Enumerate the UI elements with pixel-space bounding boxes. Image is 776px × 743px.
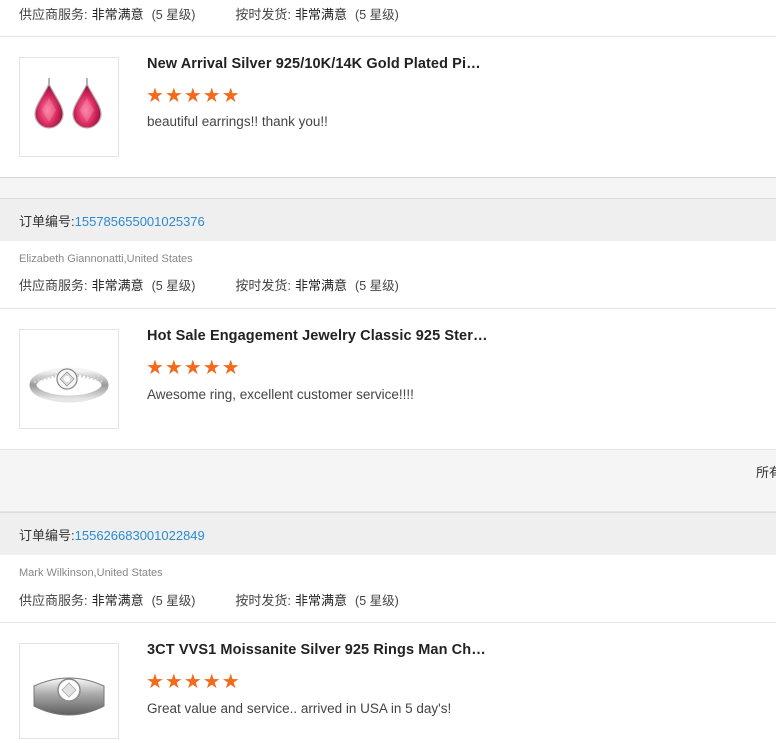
delivery-value: 非常满意 <box>295 278 348 293</box>
pink-pear-earrings-image <box>34 78 102 129</box>
order-number-label: 订单编号: <box>19 214 75 229</box>
review-comment: beautiful earrings!! thank you!! <box>147 114 328 129</box>
delivery-label: 按时发货: <box>235 278 292 293</box>
review-footer <box>0 449 776 492</box>
product-title-link[interactable]: 3CT VVS1 Moissanite Silver 925 Rings Man… <box>147 642 486 658</box>
delivery-value: 非常满意 <box>295 593 348 608</box>
buyer-info: Elizabeth Giannonatti,United States <box>19 253 193 265</box>
divider <box>0 308 776 309</box>
product-thumbnail[interactable] <box>19 329 119 429</box>
rating-line: 供应商服务: 非常满意 (5 星级) 按时发货: 非常满意 (5 星级) <box>19 590 399 609</box>
product-title-link[interactable]: Hot Sale Engagement Jewelry Classic 925 … <box>147 328 488 344</box>
delivery-stars: (5 星级) <box>355 594 399 608</box>
delivery-value: 非常满意 <box>295 7 348 22</box>
section-spacer <box>0 177 776 199</box>
delivery-label: 按时发货: <box>235 593 292 608</box>
product-thumbnail[interactable] <box>19 643 119 739</box>
order-number-link[interactable]: 155785655001025376 <box>75 214 205 229</box>
supplier-service-stars: (5 星级) <box>151 279 196 293</box>
supplier-service-label: 供应商服务: <box>19 278 88 293</box>
order-header: 订单编号:155785655001025376 <box>0 198 776 241</box>
supplier-service-value: 非常满意 <box>91 7 144 22</box>
buyer-info: Mark Wilkinson,United States <box>19 567 163 579</box>
supplier-service-stars: (5 星级) <box>151 8 196 22</box>
divider <box>0 36 776 37</box>
supplier-service-label: 供应商服务: <box>19 7 88 22</box>
star-rating: ★★★★★ <box>146 85 241 107</box>
delivery-stars: (5 星级) <box>355 8 399 22</box>
divider <box>0 622 776 623</box>
review-comment: Awesome ring, excellent customer service… <box>147 387 414 402</box>
supplier-service-stars: (5 星级) <box>151 594 196 608</box>
rating-line: 供应商服务: 非常满意 (5 星级) 按时发货: 非常满意 (5 星级) <box>19 275 399 294</box>
product-thumbnail[interactable] <box>19 57 119 157</box>
star-rating: ★★★★★ <box>146 357 241 379</box>
delivery-label: 按时发货: <box>235 7 292 22</box>
rating-line: 供应商服务: 非常满意 (5 星级) 按时发货: 非常满意 (5 星级) <box>19 4 399 23</box>
delivery-stars: (5 星级) <box>355 279 399 293</box>
mens-band-ring-image <box>33 677 105 716</box>
section-spacer <box>0 491 776 512</box>
star-rating: ★★★★★ <box>146 671 241 693</box>
order-number-label: 订单编号: <box>19 528 75 543</box>
order-header: 订单编号:155626683001022849 <box>0 512 776 555</box>
product-title-link[interactable]: New Arrival Silver 925/10K/14K Gold Plat… <box>147 56 481 72</box>
supplier-service-value: 非常满意 <box>91 278 144 293</box>
engagement-ring-image <box>29 367 109 403</box>
supplier-service-label: 供应商服务: <box>19 593 88 608</box>
order-number-link[interactable]: 155626683001022849 <box>75 528 205 543</box>
supplier-service-value: 非常满意 <box>91 593 144 608</box>
view-all-link[interactable]: 所有 <box>756 462 776 481</box>
review-comment: Great value and service.. arrived in USA… <box>147 701 452 716</box>
